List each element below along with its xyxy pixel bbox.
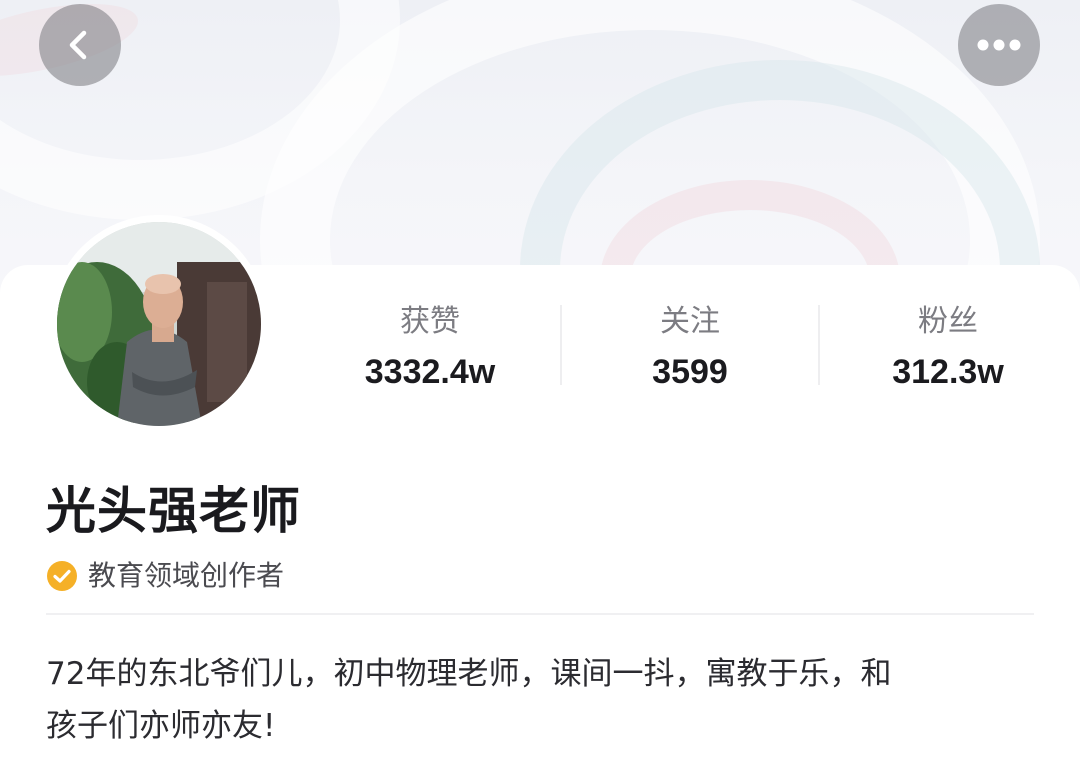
avatar[interactable]	[50, 215, 268, 433]
avatar-photo	[57, 222, 261, 426]
stat-label: 粉丝	[918, 304, 978, 339]
verification-text: 教育领域创作者	[88, 559, 285, 592]
stat-likes[interactable]: 获赞 3332.4w	[300, 300, 560, 398]
stat-value: 312.3w	[892, 353, 1004, 391]
stats-bar: 获赞 3332.4w 关注 3599 粉丝 312.3w	[300, 300, 1080, 400]
stat-followers[interactable]: 粉丝 312.3w	[818, 300, 1078, 398]
bio-line: 72年的东北爷们儿，初中物理老师，课间一抖，寓教于乐，和	[46, 656, 892, 692]
back-button[interactable]	[39, 4, 121, 86]
stat-divider	[560, 305, 562, 385]
stat-label: 关注	[660, 304, 720, 339]
bio-line: 孩子们亦师亦友!	[46, 708, 276, 744]
section-divider	[46, 613, 1034, 615]
stat-label: 获赞	[400, 304, 460, 339]
verified-check-icon	[47, 561, 77, 591]
stat-divider	[818, 305, 820, 385]
more-horizontal-icon	[977, 39, 1021, 51]
verification-badge[interactable]: 教育领域创作者	[46, 556, 284, 596]
profile-name: 光头强老师	[46, 482, 301, 540]
stat-value: 3599	[652, 353, 728, 391]
more-button[interactable]	[958, 4, 1040, 86]
profile-page: 获赞 3332.4w 关注 3599 粉丝 312.3w 光头强老师 教育领域创…	[0, 0, 1080, 757]
stat-value: 3332.4w	[364, 353, 496, 391]
profile-bio: 72年的东北爷们儿，初中物理老师，课间一抖，寓教于乐，和 孩子们亦师亦友!	[46, 648, 1046, 752]
chevron-left-icon	[69, 30, 87, 60]
stat-following[interactable]: 关注 3599	[560, 300, 820, 398]
